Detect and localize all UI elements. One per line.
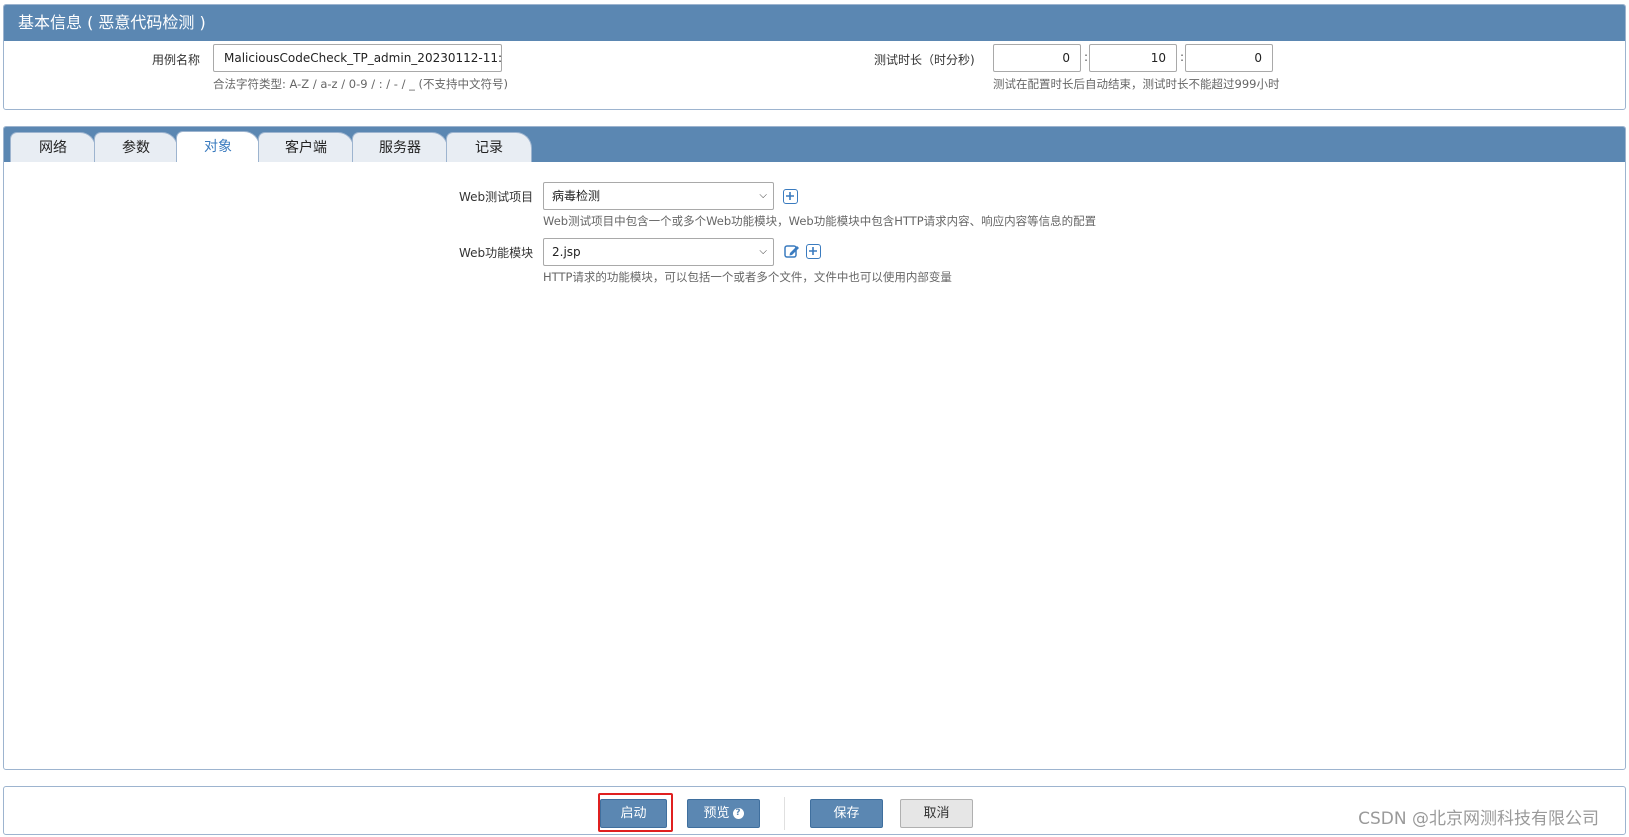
tab-server[interactable]: 服务器 xyxy=(352,132,448,162)
basic-info-panel: 基本信息 ( 恶意代码检测 ) 用例名称 MaliciousCodeCheck_… xyxy=(3,4,1626,110)
duration-hours-input[interactable]: 0 xyxy=(993,44,1081,72)
watermark: CSDN @北京网测科技有限公司 xyxy=(1358,809,1599,829)
tab-records[interactable]: 记录 xyxy=(446,132,532,162)
web-project-label: Web测试项目 xyxy=(459,190,534,204)
tab-client[interactable]: 客户端 xyxy=(258,132,354,162)
tab-bar: 网络 参数 对象 客户端 服务器 记录 xyxy=(4,127,1625,162)
chevron-down-icon: ⌵ xyxy=(759,190,767,201)
preview-label: 预览 xyxy=(703,806,730,821)
duration-hint: 测试在配置时长后自动结束，测试时长不能超过999小时 xyxy=(993,77,1280,91)
edit-icon[interactable] xyxy=(784,243,800,259)
colon-separator: : xyxy=(1084,50,1089,64)
web-module-select[interactable]: 2.jsp ⌵ xyxy=(543,238,774,266)
chevron-down-icon: ⌵ xyxy=(759,246,767,257)
case-name-label: 用例名称 xyxy=(152,53,201,67)
tab-network[interactable]: 网络 xyxy=(10,132,96,162)
divider xyxy=(784,797,785,830)
start-button[interactable]: 启动 xyxy=(600,799,667,828)
web-module-hint: HTTP请求的功能模块，可以包括一个或者多个文件，文件中也可以使用内部变量 xyxy=(543,270,952,284)
duration-seconds-input[interactable]: 0 xyxy=(1185,44,1273,72)
web-project-select[interactable]: 病毒检测 ⌵ xyxy=(543,182,774,210)
basic-info-title: 基本信息 ( 恶意代码检测 ) xyxy=(4,5,1625,41)
case-name-input[interactable]: MaliciousCodeCheck_TP_admin_20230112-11:… xyxy=(213,44,502,72)
duration-label: 测试时长（时分秒) xyxy=(874,53,975,67)
add-module-icon[interactable] xyxy=(806,244,821,259)
web-module-value: 2.jsp xyxy=(552,245,581,259)
help-icon: ? xyxy=(732,808,744,819)
cancel-button[interactable]: 取消 xyxy=(900,799,973,828)
add-project-icon[interactable] xyxy=(783,189,798,204)
web-project-hint: Web测试项目中包含一个或多个Web功能模块，Web功能模块中包含HTTP请求内… xyxy=(543,214,1097,228)
web-project-value: 病毒检测 xyxy=(552,189,601,203)
config-tabs-panel: 网络 参数 对象 客户端 服务器 记录 Web测试项目 病毒检测 ⌵ Web测试… xyxy=(3,126,1626,770)
preview-button[interactable]: 预览? xyxy=(687,799,760,828)
tab-object[interactable]: 对象 xyxy=(176,131,260,162)
duration-minutes-input[interactable]: 10 xyxy=(1089,44,1177,72)
case-name-hint: 合法字符类型: A-Z / a-z / 0-9 / : / - / _ (不支持… xyxy=(213,77,509,91)
save-button[interactable]: 保存 xyxy=(810,799,883,828)
web-module-label: Web功能模块 xyxy=(459,246,534,260)
colon-separator: : xyxy=(1180,50,1185,64)
tab-params[interactable]: 参数 xyxy=(94,132,178,162)
